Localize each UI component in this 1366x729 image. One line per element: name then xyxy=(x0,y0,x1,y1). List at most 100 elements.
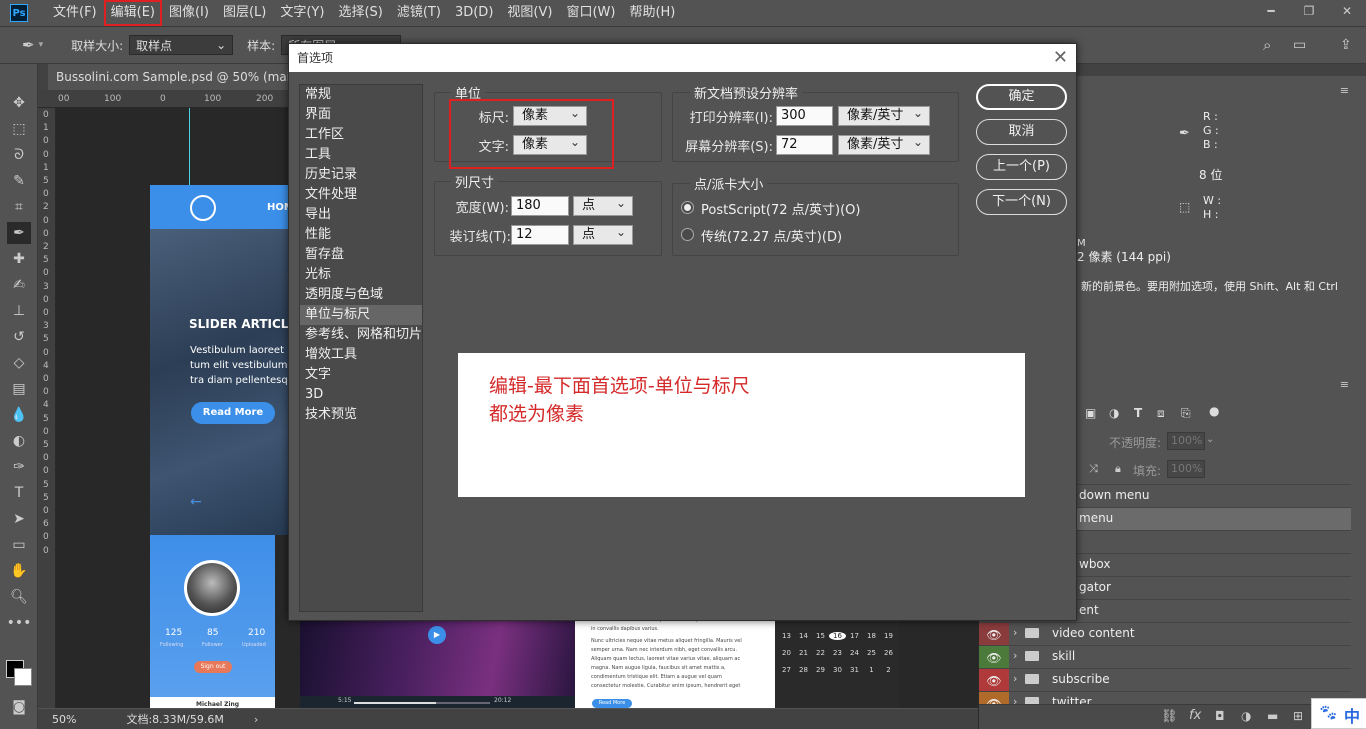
path-select-icon[interactable]: ➤ xyxy=(7,508,31,530)
menu-3d[interactable]: 3D(D) xyxy=(448,0,500,26)
pen-tool-icon[interactable]: ✑ xyxy=(7,456,31,478)
nav-item[interactable]: 文件处理 xyxy=(300,185,422,205)
link-layers-icon[interactable]: ⛓ xyxy=(1161,709,1178,724)
filter-toggle-icon[interactable]: ● xyxy=(1209,404,1219,418)
new-layer-icon[interactable]: ⊞ xyxy=(1293,709,1303,723)
width-unit-select[interactable]: 点 xyxy=(573,194,633,216)
nav-item[interactable]: 导出 xyxy=(300,205,422,225)
move-tool-icon[interactable]: ✥ xyxy=(7,92,31,114)
minimize-icon[interactable]: ━ xyxy=(1252,0,1290,22)
next-button[interactable]: 下一个(N) xyxy=(976,189,1067,215)
expand-chevron-icon[interactable]: › xyxy=(1013,695,1017,704)
menu-file[interactable]: 文件(F) xyxy=(46,0,104,26)
nav-item[interactable]: 工具 xyxy=(300,145,422,165)
screen-res-unit-select[interactable]: 像素/英寸 xyxy=(838,133,930,155)
layer-row[interactable]: 👁︎ › twitter xyxy=(979,691,1351,704)
restore-icon[interactable]: ❐ xyxy=(1290,0,1328,22)
zoom-level[interactable]: 50% xyxy=(52,713,76,726)
filter-adjust-icon[interactable]: ◑ xyxy=(1109,406,1119,420)
width-input[interactable]: 180 xyxy=(511,196,569,216)
visibility-eye-icon[interactable]: 👁︎ xyxy=(979,623,1009,646)
search-icon[interactable]: ⌕ xyxy=(1263,36,1271,54)
opacity-input[interactable]: 100% xyxy=(1167,432,1205,450)
history-brush-icon[interactable]: ↺ xyxy=(7,326,31,348)
nav-item[interactable]: 参考线、网格和切片 xyxy=(300,325,422,345)
layer-row[interactable]: 👁︎ › video content xyxy=(979,622,1351,646)
lock-all-icon[interactable]: 🔒︎ xyxy=(1115,462,1121,476)
background-color-swatch[interactable] xyxy=(14,668,32,686)
status-arrow-icon[interactable]: › xyxy=(254,713,258,726)
layer-row[interactable]: 👁︎ › subscribe xyxy=(979,668,1351,692)
menu-help[interactable]: 帮助(H) xyxy=(622,0,682,26)
nav-item[interactable]: 透明度与色域 xyxy=(300,285,422,305)
tool-preset-arrow-icon[interactable]: ▾ xyxy=(39,40,44,50)
eyedropper-tool-icon[interactable]: ✒ xyxy=(7,222,31,244)
healing-brush-icon[interactable]: ✚ xyxy=(7,248,31,270)
nav-item[interactable]: 历史记录 xyxy=(300,165,422,185)
filter-shape-icon[interactable]: ⧈ xyxy=(1157,406,1165,421)
ok-button[interactable]: 确定 xyxy=(976,84,1067,110)
more-tools-icon[interactable]: ••• xyxy=(7,612,32,634)
nav-item[interactable]: 文字 xyxy=(300,365,422,385)
close-window-icon[interactable]: ✕ xyxy=(1328,0,1366,22)
panel-menu-icon[interactable]: ≡ xyxy=(1340,378,1349,391)
visibility-eye-icon[interactable]: 👁︎ xyxy=(979,669,1009,692)
nav-item[interactable]: 暂存盘 xyxy=(300,245,422,265)
print-res-unit-select[interactable]: 像素/英寸 xyxy=(838,104,930,126)
menu-window[interactable]: 窗口(W) xyxy=(559,0,622,26)
share-icon[interactable]: ⇪ xyxy=(1340,37,1352,53)
workspace-icon[interactable]: ▭ xyxy=(1293,37,1306,53)
close-icon[interactable]: ✕ xyxy=(1053,44,1068,72)
new-group-icon[interactable]: ▬ xyxy=(1267,709,1278,723)
traditional-radio[interactable] xyxy=(681,228,694,241)
crop-tool-icon[interactable]: ⌗ xyxy=(7,196,31,218)
chevron-down-icon[interactable]: ⌄ xyxy=(1206,434,1214,445)
cancel-button[interactable]: 取消 xyxy=(976,119,1067,145)
traditional-label[interactable]: 传统(72.27 点/英寸)(D) xyxy=(701,226,842,245)
screen-res-input[interactable]: 72 xyxy=(776,135,833,155)
nav-item[interactable]: 3D xyxy=(300,385,422,405)
menu-view[interactable]: 视图(V) xyxy=(500,0,559,26)
gutter-input[interactable]: 12 xyxy=(511,225,569,245)
expand-chevron-icon[interactable]: › xyxy=(1013,626,1017,639)
menu-layer[interactable]: 图层(L) xyxy=(216,0,273,26)
nav-item[interactable]: 工作区 xyxy=(300,125,422,145)
zoom-tool-icon[interactable]: 🔍︎ xyxy=(7,586,31,608)
nav-item[interactable]: 常规 xyxy=(300,85,422,105)
postscript-label[interactable]: PostScript(72 点/英寸)(O) xyxy=(701,199,860,218)
gradient-tool-icon[interactable]: ▤ xyxy=(7,378,31,400)
document-tab[interactable]: Bussolini.com Sample.psd @ 50% (main men xyxy=(48,64,288,90)
marquee-tool-icon[interactable]: ⬚ xyxy=(7,118,31,140)
nav-item[interactable]: 性能 xyxy=(300,225,422,245)
panel-menu-icon[interactable]: ≡ xyxy=(1340,84,1349,97)
hand-tool-icon[interactable]: ✋ xyxy=(7,560,31,582)
menu-filter[interactable]: 滤镜(T) xyxy=(390,0,448,26)
layer-row[interactable]: 👁︎ › skill xyxy=(979,645,1351,669)
quick-mask-icon[interactable]: ◙ xyxy=(7,696,31,718)
nav-item[interactable]: 界面 xyxy=(300,105,422,125)
adjustment-layer-icon[interactable]: ◑ xyxy=(1241,709,1251,723)
nav-item[interactable]: 技术预览 xyxy=(300,405,422,425)
nav-item[interactable]: 光标 xyxy=(300,265,422,285)
expand-chevron-icon[interactable]: › xyxy=(1013,672,1017,685)
quick-select-tool-icon[interactable]: ✎ xyxy=(7,170,31,192)
visibility-eye-icon[interactable]: 👁︎ xyxy=(979,646,1009,669)
visibility-eye-icon[interactable]: 👁︎ xyxy=(979,692,1009,704)
lasso-tool-icon[interactable]: ᘐ xyxy=(7,144,31,166)
filter-smart-icon[interactable]: ⎘ xyxy=(1181,406,1191,421)
postscript-radio[interactable] xyxy=(681,201,694,214)
expand-chevron-icon[interactable]: › xyxy=(1013,649,1017,662)
filter-type-icon[interactable]: T xyxy=(1134,406,1142,420)
menu-image[interactable]: 图像(I) xyxy=(162,0,216,26)
shape-tool-icon[interactable]: ▭ xyxy=(7,534,31,556)
brush-tool-icon[interactable]: ✍ xyxy=(7,274,31,296)
ime-indicator[interactable]: 🐾︎ 中 xyxy=(1311,698,1366,729)
menu-type[interactable]: 文字(Y) xyxy=(273,0,331,26)
lock-position-icon[interactable]: ⤨ xyxy=(1089,462,1098,476)
nav-item[interactable]: 单位与标尺 xyxy=(300,305,422,325)
print-res-input[interactable]: 300 xyxy=(776,106,833,126)
eyedropper-tool-icon[interactable]: ✒ xyxy=(22,36,35,54)
filter-pixel-icon[interactable]: ▣ xyxy=(1085,406,1096,420)
layer-mask-icon[interactable]: ◘ xyxy=(1215,709,1225,723)
stamp-tool-icon[interactable]: ⊥ xyxy=(7,300,31,322)
